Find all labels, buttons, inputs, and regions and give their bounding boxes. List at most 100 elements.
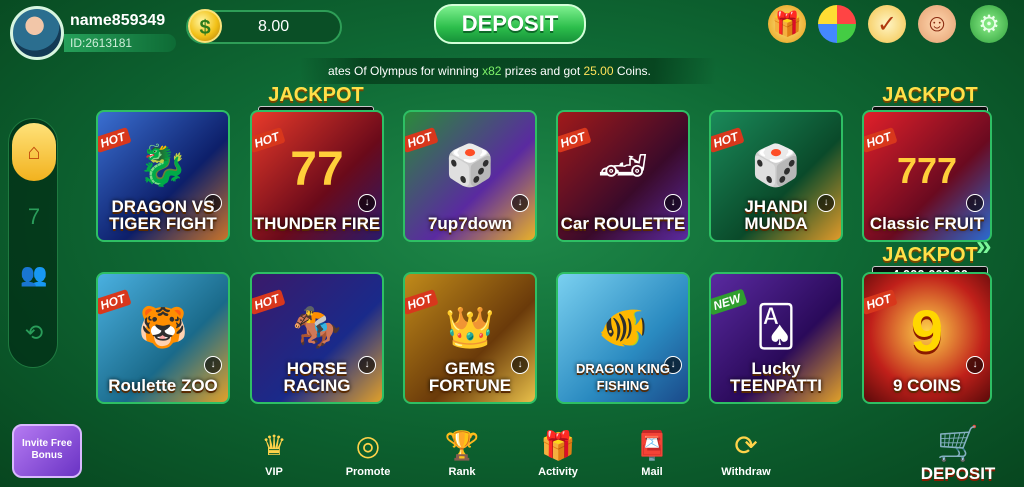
deposit-cart-button[interactable]: 🛒 DEPOSIT <box>910 424 1006 484</box>
jackpot-label: JACKPOT <box>882 244 978 266</box>
hot-badge: HOT <box>405 288 439 316</box>
download-icon: ↓ <box>358 194 376 212</box>
home-icon[interactable]: ⌂ <box>12 123 56 181</box>
hot-badge: HOT <box>558 126 592 154</box>
coin-icon: $ <box>188 9 222 43</box>
marquee-text-1: for winning <box>417 64 483 78</box>
hot-badge: HOT <box>252 126 286 154</box>
game-title: DRAGON KING FISHING <box>576 361 670 393</box>
download-icon: ↓ <box>966 356 984 374</box>
hot-badge: HOT <box>711 126 745 154</box>
nav-label: VIP <box>265 466 283 478</box>
crown-icon: ♛ <box>261 430 287 461</box>
nav-promote[interactable]: ◎ Promote <box>336 428 400 478</box>
hot-badge: HOT <box>98 126 132 154</box>
withdraw-icon: ⟳ <box>734 430 758 461</box>
marquee-text-2: prizes and got <box>501 64 584 78</box>
game-tile-classic-fruit[interactable]: 777 HOT ↓ Classic FRUIT <box>862 110 992 242</box>
history-icon[interactable]: ⟲ <box>12 311 56 355</box>
nav-withdraw[interactable]: ⟳ Withdraw <box>714 428 778 478</box>
marquee-text-3: Coins. <box>613 64 651 78</box>
winner-marquee: ates Of Olympus for winning x82 prizes a… <box>300 58 716 84</box>
invite-bonus-button[interactable]: Invite Free Bonus <box>12 424 82 478</box>
marquee-amount: 25.00 <box>583 64 614 78</box>
dice-art: 🎲 <box>445 144 495 188</box>
game-tile-horse-racing[interactable]: 🏇 HOT ↓ HORSE RACING <box>250 272 384 404</box>
mailbox-icon: 📮 <box>634 430 670 461</box>
game-title: Car ROULETTE <box>560 214 686 233</box>
download-icon: ↓ <box>966 194 984 212</box>
dice-cup-art: 🎲 <box>751 144 801 188</box>
nav-label: Activity <box>538 466 578 478</box>
marquee-game: ates Of Olympus <box>328 64 418 78</box>
game-tile-car-roulette[interactable]: 🏎 HOT ↓ Car ROULETTE <box>556 110 690 242</box>
nav-rank[interactable]: 🏆 Rank <box>430 428 494 478</box>
game-tile-dragon-king-fishing[interactable]: 🐠 ↓ DRAGON KING FISHING <box>556 272 690 404</box>
nav-label: Withdraw <box>721 466 771 478</box>
scroll-right-arrow-icon[interactable]: » <box>976 230 992 262</box>
game-title: Classic FRUIT <box>869 214 985 233</box>
horse-art: 🏇 <box>292 306 342 350</box>
game-tile-gems-fortune[interactable]: 👑 HOT ↓ GEMS FORTUNE <box>403 272 537 404</box>
game-title: JHANDI MUNDA <box>744 197 808 233</box>
game-tile-lucky-teenpatti[interactable]: 🂡 NEW Lucky TEENPATTI <box>709 272 843 404</box>
zoo-animal-art: 🐯 <box>138 306 188 350</box>
game-title: DRAGON VS TIGER FIGHT <box>109 197 217 233</box>
sidebar: ⌂ 7 👥 ⟲ <box>8 118 58 368</box>
golden-idol-art: 👑 <box>445 306 495 350</box>
balance-value: 8.00 <box>258 18 290 35</box>
nav-label: Rank <box>448 466 476 478</box>
nine-art: 9 <box>910 299 944 364</box>
hot-badge: HOT <box>98 288 132 316</box>
game-title: GEMS FORTUNE <box>428 359 512 395</box>
game-tile-dragon-tiger[interactable]: 🐉 HOT ↓ DRAGON VS TIGER FIGHT <box>96 110 230 242</box>
game-tile-9-coins[interactable]: 9 HOT ↓ 9 COINS <box>862 272 992 404</box>
username: name859349 <box>70 12 166 29</box>
nav-label: Promote <box>345 466 391 478</box>
nav-activity[interactable]: 🎁 Activity <box>526 428 590 478</box>
download-icon: ↓ <box>204 356 222 374</box>
marquee-multiplier: x82 <box>482 64 502 78</box>
game-title: Roulette ZOO <box>108 376 218 395</box>
game-title: THUNDER FIRE <box>253 214 381 233</box>
multiplayer-icon[interactable]: 👥 <box>12 253 56 297</box>
hot-badge: HOT <box>252 288 286 316</box>
hot-badge: HOT <box>864 126 898 154</box>
deposit-cart-label: DEPOSIT <box>920 464 996 483</box>
download-icon: ↓ <box>664 194 682 212</box>
support-icon[interactable]: ☺ <box>918 5 956 43</box>
settings-icon[interactable]: ⚙ <box>970 5 1008 43</box>
new-badge: NEW <box>711 288 748 316</box>
jackpot-label: JACKPOT <box>268 84 364 106</box>
nav-vip[interactable]: ♛ VIP <box>242 428 306 478</box>
sevens-art: 77 <box>290 143 344 196</box>
hot-badge: HOT <box>864 288 898 316</box>
game-tile-7up7down[interactable]: 🎲 HOT ↓ 7up7down <box>403 110 537 242</box>
slots-icon[interactable]: 7 <box>12 195 56 239</box>
promote-icon: ◎ <box>355 430 381 461</box>
triple-seven-art: 777 <box>896 150 958 191</box>
car-art: 🏎 <box>597 144 649 188</box>
game-tile-thunder-fire[interactable]: 77 HOT ↓ THUNDER FIRE <box>250 110 384 242</box>
spin-wheel-icon[interactable] <box>818 5 856 43</box>
game-title: 9 COINS <box>892 376 962 395</box>
game-title: Lucky TEENPATTI <box>730 359 822 395</box>
dragon-tiger-art: 🐉 <box>138 144 188 188</box>
checkin-icon[interactable]: ✓ <box>868 5 906 43</box>
avatar[interactable] <box>10 6 64 60</box>
playing-cards-art: 🂡 <box>755 305 797 349</box>
deposit-button[interactable]: DEPOSIT <box>434 4 586 44</box>
jackpot-label: JACKPOT <box>882 84 978 106</box>
activity-icon: 🎁 <box>540 430 576 461</box>
hot-badge: HOT <box>405 126 439 154</box>
nav-mail[interactable]: 📮 Mail <box>620 428 684 478</box>
game-title: 7up7down <box>427 214 513 233</box>
user-id: ID:2613181 <box>64 34 176 52</box>
game-tile-roulette-zoo[interactable]: 🐯 HOT ↓ Roulette ZOO <box>96 272 230 404</box>
gift-icon[interactable]: 🎁 <box>768 5 806 43</box>
download-icon: ↓ <box>511 194 529 212</box>
nav-label: Mail <box>641 466 663 478</box>
game-tile-jhandi-munda[interactable]: 🎲 HOT ↓ JHANDI MUNDA <box>709 110 843 242</box>
fish-art: 🐠 <box>598 306 648 350</box>
shopping-cart-icon: 🛒 <box>936 425 980 463</box>
